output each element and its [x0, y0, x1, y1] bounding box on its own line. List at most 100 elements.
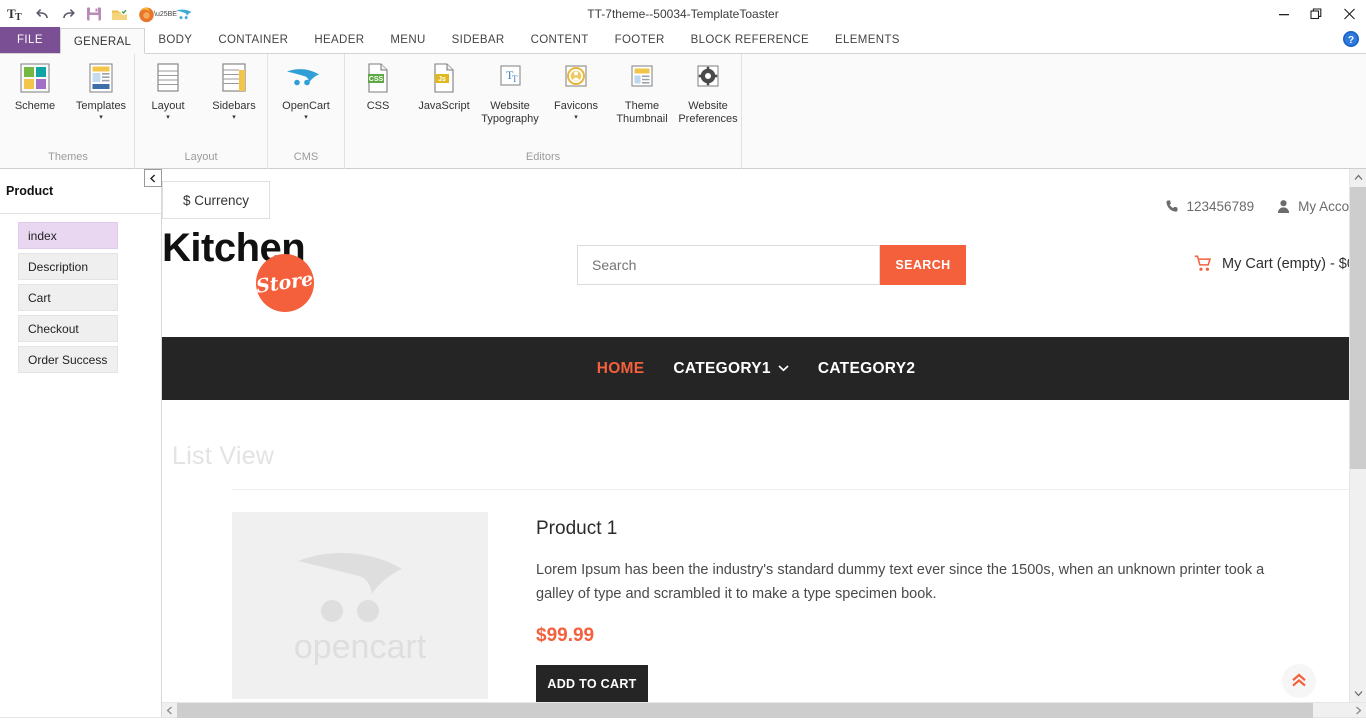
user-icon — [1277, 200, 1290, 213]
utility-my-account[interactable]: My Account — [1276, 199, 1350, 214]
tab-menu[interactable]: MENU — [377, 27, 438, 53]
close-button[interactable] — [1333, 1, 1366, 27]
chevron-down-icon[interactable]: ▾ — [304, 114, 308, 122]
chevron-down-icon[interactable]: ▾ — [166, 114, 170, 122]
mini-cart-label: My Cart (empty) - $0.00 — [1222, 255, 1350, 272]
page-item-index[interactable]: index — [18, 222, 118, 249]
help-icon[interactable]: ? — [1342, 30, 1360, 48]
page-item-checkout[interactable]: Checkout — [18, 315, 118, 342]
horizontal-scroll-thumb[interactable] — [177, 702, 1313, 718]
preview-vertical-scrollbar[interactable] — [1349, 169, 1366, 702]
tab-sidebar[interactable]: SIDEBAR — [439, 27, 518, 53]
ribbon-button-layout[interactable]: Layout ▾ — [135, 60, 201, 122]
maximize-restore-button[interactable] — [1300, 1, 1333, 27]
ribbon-button-website-typography[interactable]: TT Website Typography — [477, 60, 543, 126]
scroll-left-arrow[interactable] — [162, 703, 177, 718]
chevron-down-icon[interactable]: ▾ — [99, 114, 103, 122]
ribbon-button-css[interactable]: CSS CSS — [345, 60, 411, 113]
scroll-to-top-button[interactable] — [1282, 664, 1316, 698]
layout-icon — [152, 60, 184, 98]
ribbon-label: Website Preferences — [678, 100, 738, 125]
ribbon-button-website-preferences[interactable]: Website Preferences — [675, 60, 741, 126]
page-item-order-success[interactable]: Order Success — [18, 346, 118, 373]
ribbon-label: Favicons — [553, 100, 599, 112]
typography-icon[interactable]: TT — [4, 2, 28, 26]
placeholder-label: opencart — [294, 628, 427, 666]
tab-footer[interactable]: FOOTER — [602, 27, 678, 53]
utility-label: My Account — [1298, 199, 1350, 214]
main-area: Product index Description Cart Checkout … — [0, 169, 1366, 718]
tab-block-reference[interactable]: BLOCK REFERENCE — [678, 27, 822, 53]
scroll-to-top-icon — [1292, 673, 1306, 687]
gear-icon — [693, 60, 723, 98]
preview-horizontal-scrollbar[interactable] — [162, 702, 1366, 718]
utility-label: 123456789 — [1186, 199, 1255, 214]
ribbon-label: Website Typography — [481, 100, 539, 125]
logo-badge: Store — [255, 254, 315, 312]
css-file-icon: CSS — [363, 60, 393, 98]
opencart-icon[interactable] — [173, 2, 197, 26]
chevron-down-icon[interactable]: ▾ — [232, 114, 236, 122]
horizontal-scroll-track[interactable] — [177, 702, 1351, 718]
product-image-placeholder[interactable]: opencart — [232, 512, 488, 699]
ribbon-button-favicons[interactable]: Favicons ▾ — [543, 60, 609, 122]
logo-badge-text: Store — [255, 268, 315, 298]
scroll-down-arrow[interactable] — [1350, 685, 1366, 702]
nav-item-home[interactable]: HOME — [597, 360, 645, 378]
section-title: List View — [172, 442, 275, 470]
ribbon-button-templates[interactable]: Templates ▾ — [68, 60, 134, 122]
tab-elements[interactable]: ELEMENTS — [822, 27, 913, 53]
utility-phone[interactable]: 123456789 — [1165, 199, 1255, 214]
tab-general[interactable]: GENERAL — [59, 28, 146, 54]
js-file-icon: Js — [429, 60, 459, 98]
export-icon[interactable] — [108, 2, 132, 26]
vertical-scroll-thumb[interactable] — [1350, 187, 1366, 469]
nav-label: CATEGORY2 — [817, 359, 916, 377]
site-header: Kitchen Store SEARCH My Cart (empty) - $… — [162, 219, 1350, 337]
opencart-placeholder-icon: opencart — [294, 552, 427, 666]
scroll-right-arrow[interactable] — [1351, 703, 1366, 718]
ribbon-button-scheme[interactable]: Scheme — [2, 60, 68, 113]
minimize-button[interactable] — [1267, 1, 1300, 27]
ribbon-button-theme-thumbnail[interactable]: Theme Thumbnail — [609, 60, 675, 126]
currency-dropdown[interactable]: $ Currency — [162, 181, 270, 219]
page-item-description[interactable]: Description — [18, 253, 118, 280]
save-icon[interactable] — [82, 2, 106, 26]
ribbon-button-javascript[interactable]: Js JavaScript — [411, 60, 477, 113]
website-preview: 123456789 My Account Wish List Shopping … — [162, 169, 1366, 717]
tab-header[interactable]: HEADER — [301, 27, 377, 53]
sidebars-icon — [218, 60, 250, 98]
ribbon-label: Scheme — [14, 100, 56, 112]
site-logo[interactable]: Kitchen Store — [162, 227, 577, 312]
ribbon-button-sidebars[interactable]: Sidebars ▾ — [201, 60, 267, 122]
ribbon-button-opencart[interactable]: OpenCart ▾ — [268, 60, 344, 122]
title-bar: TT \u25BE TT-7theme--50034-TemplateToast… — [0, 0, 1366, 28]
undo-icon[interactable] — [30, 2, 54, 26]
mini-cart[interactable]: My Cart (empty) - $0.00 — [966, 227, 1350, 272]
window-title: TT-7theme--50034-TemplateToaster — [587, 7, 779, 21]
product-title: Product 1 — [536, 518, 618, 539]
search-input[interactable] — [577, 245, 880, 285]
collapse-panel-button[interactable] — [144, 169, 162, 187]
ribbon-group-themes: Scheme Templates ▾ Themes — [2, 54, 135, 169]
tab-file[interactable]: FILE — [0, 27, 60, 53]
nav-item-category2[interactable]: CATEGORY2 — [818, 360, 915, 378]
quick-access-overflow-caret[interactable]: \u25BE — [154, 2, 177, 26]
search-button[interactable]: SEARCH — [880, 245, 966, 285]
templates-icon — [85, 60, 117, 98]
add-to-cart-button[interactable]: ADD TO CART — [536, 665, 648, 702]
preview-canvas: 123456789 My Account Wish List Shopping … — [162, 169, 1350, 702]
nav-item-category1[interactable]: CATEGORY1 — [673, 360, 789, 378]
phone-icon — [1166, 200, 1178, 212]
tab-body[interactable]: BODY — [145, 27, 205, 53]
redo-icon[interactable] — [56, 2, 80, 26]
page-item-cart[interactable]: Cart — [18, 284, 118, 311]
ribbon-group-layout: Layout ▾ Sidebars ▾ Layout — [135, 54, 268, 169]
ribbon-group-cms: OpenCart ▾ CMS — [268, 54, 345, 169]
tab-content[interactable]: CONTENT — [518, 27, 602, 53]
chevron-down-icon[interactable]: ▾ — [574, 114, 578, 122]
favicon-icon — [561, 60, 591, 98]
scroll-up-arrow[interactable] — [1350, 169, 1366, 186]
tab-container[interactable]: CONTAINER — [205, 27, 301, 53]
pages-panel-header: Product — [0, 169, 161, 214]
